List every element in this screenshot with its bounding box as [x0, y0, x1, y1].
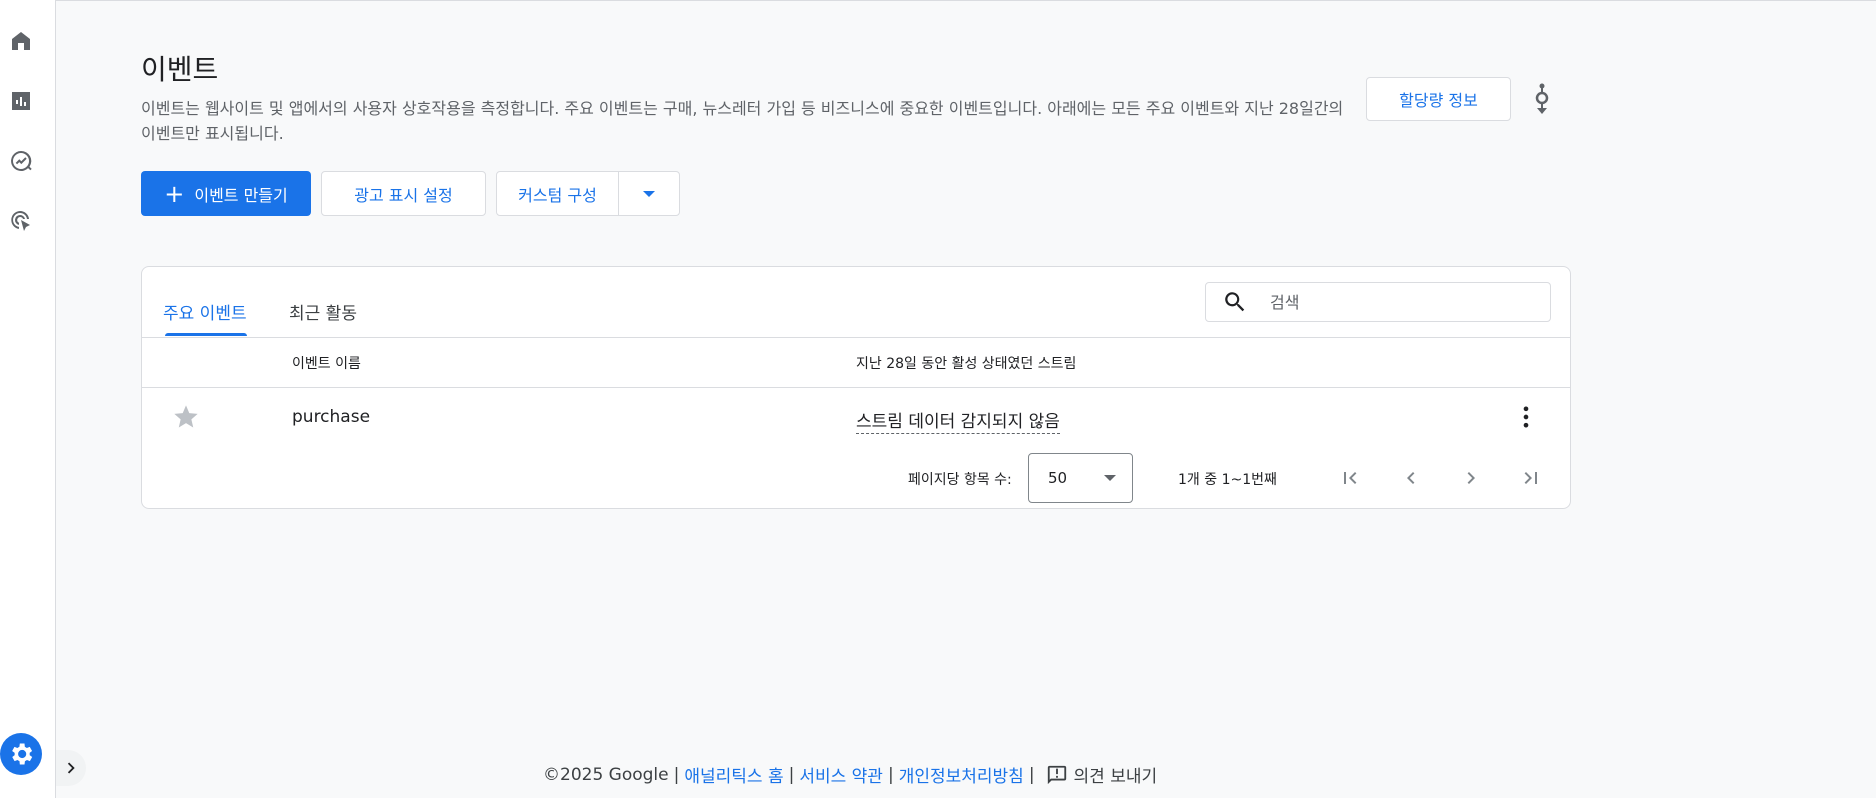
footer-link-terms[interactable]: 서비스 약관	[799, 762, 883, 787]
plus-icon: +	[164, 179, 185, 208]
caret-down-icon	[643, 190, 655, 197]
copyright-text: ©2025 Google	[543, 764, 669, 785]
separator: |	[673, 764, 680, 785]
page-title: 이벤트	[141, 53, 219, 86]
top-divider	[0, 0, 1876, 1]
left-nav-rail	[0, 0, 56, 798]
gear-icon[interactable]	[0, 733, 42, 775]
send-feedback-button[interactable]: 의견 보내기	[1046, 762, 1158, 787]
separator: |	[788, 764, 795, 785]
separator: |	[887, 764, 894, 785]
divider	[142, 387, 1570, 388]
search-icon	[1225, 292, 1245, 312]
chevron-right-icon[interactable]	[56, 750, 86, 786]
explore-icon[interactable]	[8, 148, 34, 174]
first-page-icon[interactable]	[1335, 463, 1365, 493]
create-event-button[interactable]: + 이벤트 만들기	[141, 171, 311, 216]
quota-info-button[interactable]: 할당량 정보	[1366, 77, 1511, 121]
per-page-label: 페이지당 항목 수:	[908, 472, 1012, 488]
events-card: 주요 이벤트 최근 활동 이벤트 이름 지난 28일 동안 활성 상태였던 스트…	[141, 266, 1571, 509]
last-page-icon[interactable]	[1516, 463, 1546, 493]
active-tab-indicator	[165, 333, 247, 336]
tab-key-events[interactable]: 주요 이벤트	[163, 293, 247, 337]
footer-link-privacy[interactable]: 개인정보처리방침	[899, 762, 1024, 787]
footer: ©2025 Google | 애널리틱스 홈 | 서비스 약관 | 개인정보처리…	[543, 762, 1158, 788]
reports-icon[interactable]	[8, 88, 34, 114]
feedback-label: 의견 보내기	[1073, 767, 1158, 787]
custom-config-dropdown[interactable]	[619, 172, 679, 215]
next-page-icon[interactable]	[1456, 463, 1486, 493]
per-page-select[interactable]: 50	[1028, 453, 1133, 503]
caret-down-icon	[1104, 475, 1116, 481]
footer-link-analytics-home[interactable]: 애널리틱스 홈	[684, 762, 783, 787]
advertising-icon[interactable]	[8, 208, 34, 234]
custom-config-split-button: 커스텀 구성	[496, 171, 680, 216]
star-icon[interactable]	[172, 403, 200, 431]
tab-recent-activity[interactable]: 최근 활동	[289, 293, 357, 337]
page-description: 이벤트는 웹사이트 및 앱에서의 사용자 상호작용을 측정합니다. 주요 이벤트…	[141, 99, 1344, 143]
stream-status-cell[interactable]: 스트림 데이터 감지되지 않음	[856, 407, 1060, 434]
pagination-range: 1개 중 1~1번째	[1178, 472, 1277, 488]
separator: |	[1028, 764, 1035, 785]
divider	[142, 337, 1570, 338]
debugview-icon[interactable]	[1530, 82, 1554, 116]
search-field	[1205, 282, 1551, 322]
custom-config-button[interactable]: 커스텀 구성	[497, 172, 619, 215]
feedback-icon	[1047, 765, 1066, 784]
create-event-label: 이벤트 만들기	[194, 185, 288, 205]
event-name-cell[interactable]: purchase	[292, 407, 370, 427]
per-page-value: 50	[1048, 469, 1068, 487]
column-header-event-name[interactable]: 이벤트 이름	[292, 353, 361, 373]
column-header-active-streams[interactable]: 지난 28일 동안 활성 상태였던 스트림	[856, 353, 1076, 373]
search-input[interactable]	[1270, 292, 1530, 312]
previous-page-icon[interactable]	[1396, 463, 1426, 493]
ad-settings-button[interactable]: 광고 표시 설정	[321, 171, 486, 216]
home-icon[interactable]	[8, 28, 34, 54]
more-vert-icon[interactable]	[1512, 403, 1540, 431]
